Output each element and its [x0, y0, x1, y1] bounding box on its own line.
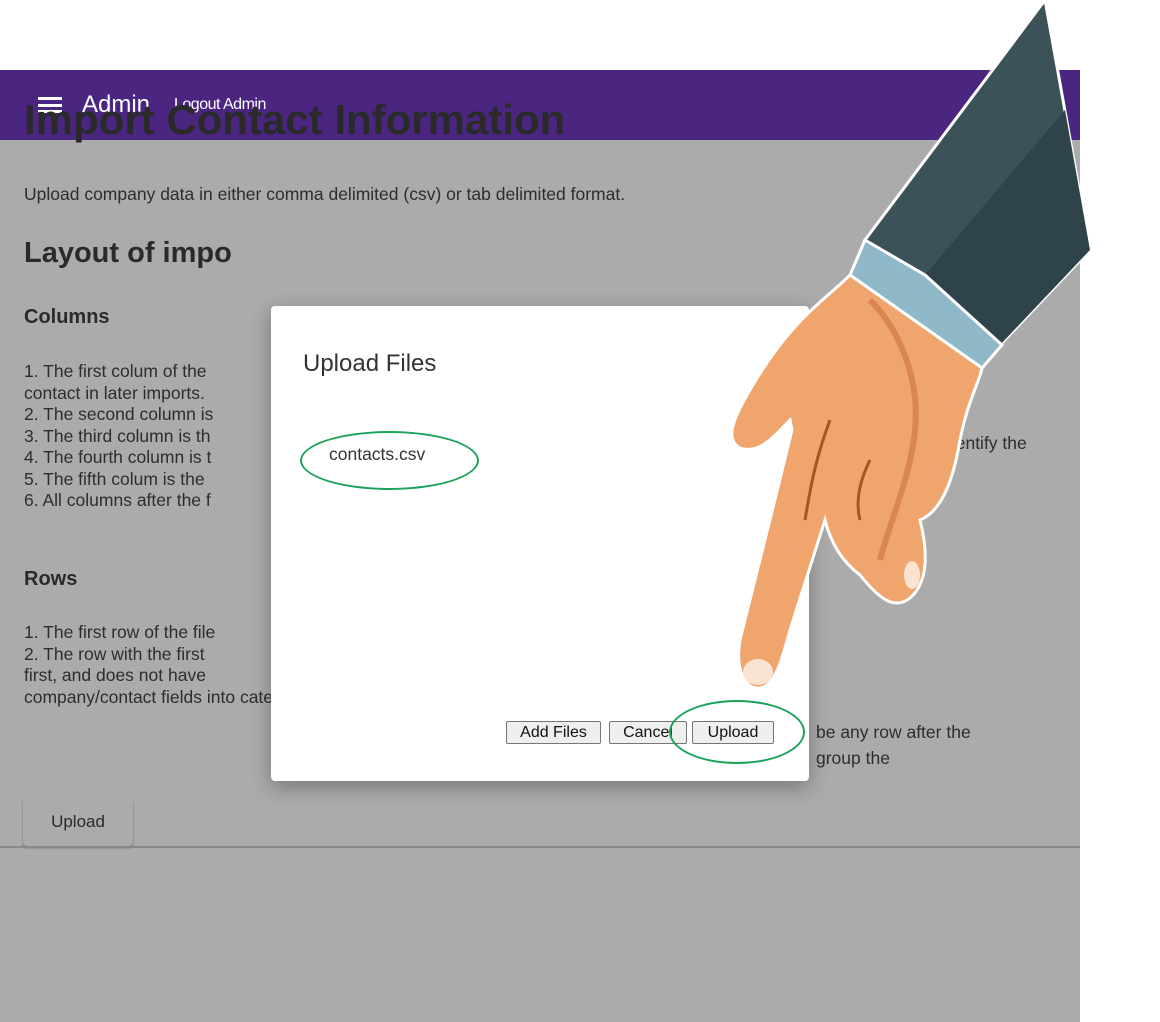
- row-line-continuation: be any row after the: [816, 722, 971, 742]
- selected-file-name: contacts.csv: [329, 444, 426, 464]
- intro-text: Upload company data in either comma deli…: [24, 184, 626, 204]
- layout-heading: Layout of impo: [24, 237, 232, 269]
- page-title: Import Contact Information: [24, 96, 566, 143]
- upload-highlight-circle: [669, 700, 805, 764]
- row-line-continuation: group the: [816, 748, 890, 768]
- rows-heading: Rows: [24, 568, 78, 590]
- dialog-title: Upload Files: [303, 350, 437, 377]
- page-upload-button[interactable]: Upload: [23, 798, 133, 846]
- pointing-hand-illustration: [730, 0, 1092, 690]
- content-divider: [0, 846, 1080, 848]
- add-files-button[interactable]: Add Files: [506, 721, 601, 744]
- columns-heading: Columns: [24, 306, 110, 328]
